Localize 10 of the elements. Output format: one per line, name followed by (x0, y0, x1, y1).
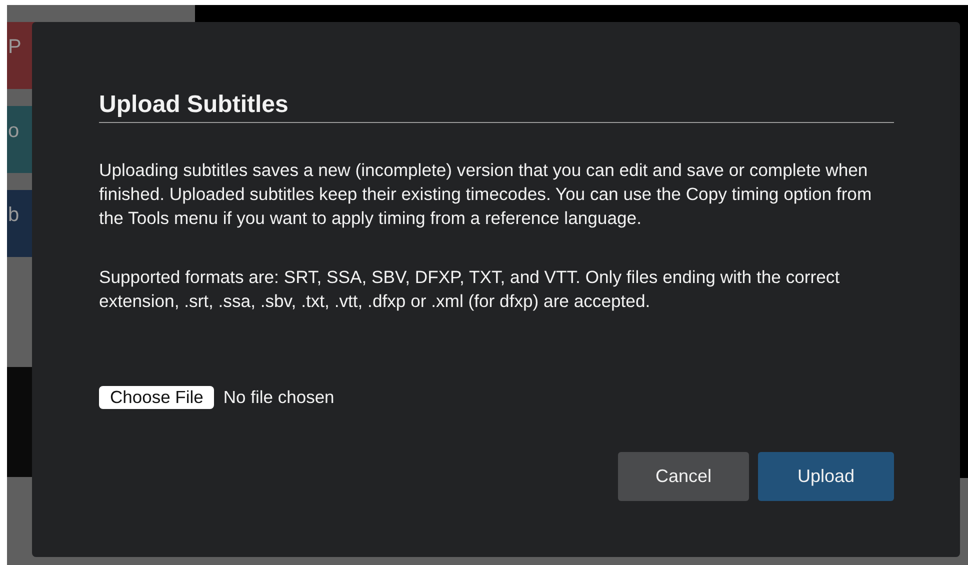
panel-label: b (8, 204, 20, 228)
panel-label: o (8, 120, 20, 144)
description-text: Supported formats are: SRT, SSA, SBV, DFXP, TXT, and VTT. Only files ending with the correct extension, .srt, .ssa, .sbv, .txt, .vtt, .dfxp or .xml (for dfxp) are accepted. (99, 266, 841, 313)
file-status: No file chosen (223, 387, 334, 408)
choose-file-button[interactable]: Choose File (99, 386, 214, 409)
description-text: Uploading subtitles saves a new (incomplete) version that you can edit and save or complete when finished. Uploaded subtitles keep their existing timecodes. You can use the Copy timing option from the Tools menu if you want to apply timing from a reference language. (99, 159, 873, 230)
dialog-title: Upload Subtitles (99, 90, 894, 123)
panel-label: P (8, 36, 22, 60)
upload-button[interactable]: Upload (758, 452, 894, 501)
cancel-button[interactable]: Cancel (618, 452, 749, 501)
